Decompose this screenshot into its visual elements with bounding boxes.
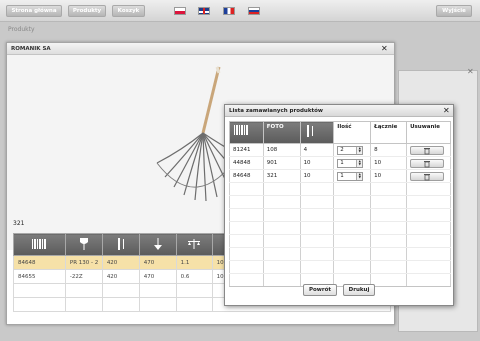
home-button[interactable]: Strona główna xyxy=(6,5,62,17)
product-code: 321 xyxy=(13,220,25,227)
order-row: 81241 108 4 2 ▲ ▼ 8 xyxy=(229,143,451,157)
breadcrumb: Produkty xyxy=(8,26,35,33)
dialog-header: Lista zamawianych produktów ✕ xyxy=(225,105,453,117)
quantity-stepper[interactable]: 1 ▲ ▼ xyxy=(337,171,364,181)
column-qty: Ilość xyxy=(333,121,372,144)
order-row-empty xyxy=(229,195,451,209)
trash-icon xyxy=(424,160,431,167)
column-photo: FOTO xyxy=(262,121,301,144)
back-button[interactable]: Powrót xyxy=(303,284,337,296)
quantity-stepper[interactable]: 2 ▲ ▼ xyxy=(337,145,364,155)
column-remove: Usuwanie xyxy=(406,121,451,144)
order-row: 84648 321 10 1 ▲ ▼ 10 xyxy=(229,169,451,183)
spinner-arrows-icon[interactable]: ▲ ▼ xyxy=(356,146,363,154)
length-icon xyxy=(299,121,335,144)
order-row-empty xyxy=(229,273,451,287)
print-button[interactable]: Drukuj xyxy=(343,284,375,296)
close-icon[interactable]: ✕ xyxy=(443,107,450,115)
flag-uk-icon[interactable] xyxy=(198,7,210,15)
order-row-empty xyxy=(229,247,451,261)
order-row-empty xyxy=(229,182,451,196)
order-row-empty xyxy=(229,208,451,222)
products-button[interactable]: Produkty xyxy=(68,5,106,17)
spade-icon xyxy=(138,233,177,256)
close-icon[interactable]: ✕ xyxy=(467,68,474,76)
column-total: Łącznie xyxy=(370,121,408,144)
spinner-arrows-icon[interactable]: ▲ ▼ xyxy=(356,172,363,180)
quantity-stepper[interactable]: 1 ▲ ▼ xyxy=(337,158,364,168)
close-icon[interactable]: ✕ xyxy=(381,45,388,53)
flag-pl-icon[interactable] xyxy=(174,7,186,15)
barcode-icon xyxy=(229,121,264,144)
product-window-header: ROMANIK SA ✕ xyxy=(7,43,394,55)
dialog-title: Lista zamawianych produktów xyxy=(229,108,323,114)
delete-button[interactable] xyxy=(410,145,445,155)
product-window-title: ROMANIK SA xyxy=(11,46,51,52)
cart-button[interactable]: Koszyk xyxy=(112,5,145,17)
barcode-icon xyxy=(13,233,66,256)
scale-icon xyxy=(175,233,213,256)
flag-fr-icon[interactable] xyxy=(223,7,235,15)
trash-icon xyxy=(424,173,431,180)
order-row-empty xyxy=(229,234,451,248)
spinner-arrows-icon[interactable]: ▲ ▼ xyxy=(356,159,363,167)
order-table: FOTO Ilość Łącznie Usuwanie 81241 108 4 … xyxy=(229,121,451,287)
order-row: 44848 901 10 1 ▲ ▼ 10 xyxy=(229,156,451,170)
flag-ru-icon[interactable] xyxy=(248,7,260,15)
top-nav-bar: Strona główna Produkty Koszyk Wyjście xyxy=(0,0,480,22)
trash-icon xyxy=(424,147,431,154)
order-table-header: FOTO Ilość Łącznie Usuwanie xyxy=(229,121,451,144)
order-row-empty xyxy=(229,260,451,274)
delete-button[interactable] xyxy=(410,171,445,181)
delete-button[interactable] xyxy=(410,158,445,168)
shovel-icon xyxy=(64,233,103,256)
logout-button[interactable]: Wyjście xyxy=(436,5,472,17)
order-list-dialog: Lista zamawianych produktów ✕ FOTO Ilość… xyxy=(224,104,454,306)
length-icon xyxy=(101,233,140,256)
order-row-empty xyxy=(229,221,451,235)
